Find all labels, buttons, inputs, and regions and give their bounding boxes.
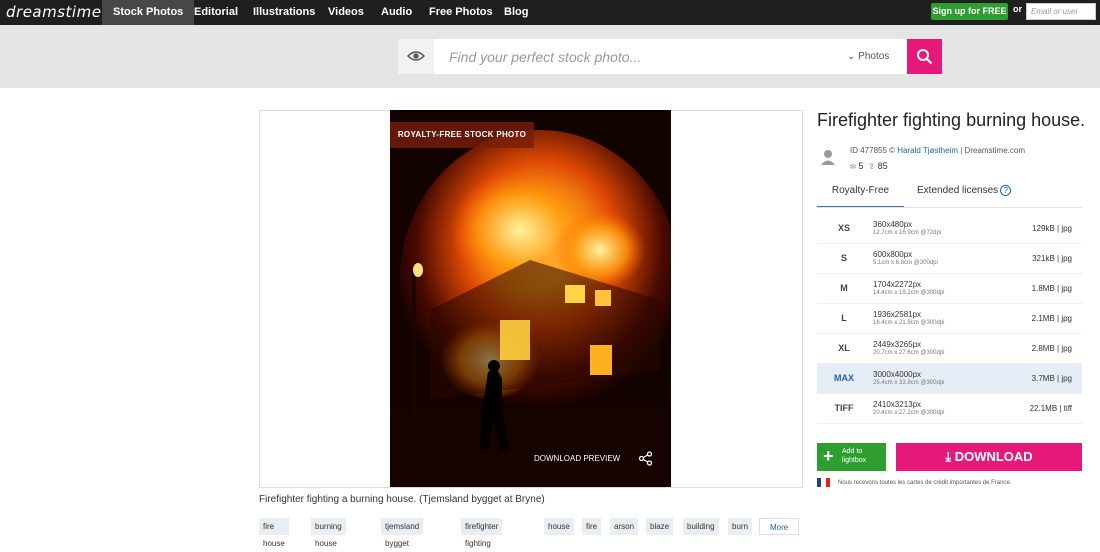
- size-row-max[interactable]: MAX 3000x4000px 25.4cm x 33.9cm @300dpi …: [817, 364, 1082, 394]
- search-input[interactable]: Find your perfect stock photo...: [449, 49, 641, 65]
- plus-icon: +: [823, 446, 834, 466]
- tag-item[interactable]: tjemsland bygget: [381, 518, 424, 548]
- tab-divider: [817, 207, 1082, 208]
- search-band: Find your perfect stock photo... ⌄ Photo…: [0, 25, 1100, 88]
- image-stats: ✉ 5 ⇪ 85: [850, 161, 888, 171]
- tag-item[interactable]: blaze: [646, 518, 674, 535]
- nav-editorial[interactable]: Editorial: [183, 0, 249, 25]
- search-box: Find your perfect stock photo... ⌄ Photo…: [398, 39, 907, 74]
- nav-audio[interactable]: Audio: [370, 0, 423, 25]
- size-row-m[interactable]: M 1704x2272px 14.4cm x 19.2cm @300dpi 1.…: [817, 274, 1082, 304]
- downloads-count: 85: [877, 161, 888, 171]
- download-icon: ⤓: [945, 449, 952, 464]
- tag-item[interactable]: burning house: [311, 518, 346, 548]
- help-icon[interactable]: ?: [1000, 184, 1012, 196]
- eye-icon: [407, 51, 425, 61]
- size-row-l[interactable]: L 1936x2581px 16.4cm x 21.9cm @300dpi 2.…: [817, 304, 1082, 334]
- tag-item[interactable]: arson: [610, 518, 639, 535]
- tag-item[interactable]: burn: [728, 518, 753, 535]
- visual-search-button[interactable]: [398, 39, 434, 74]
- or-text: or: [1013, 4, 1022, 14]
- downloads-icon: ⇪: [868, 162, 876, 171]
- nav-free-photos[interactable]: Free Photos: [418, 0, 504, 25]
- page-title: Firefighter fighting burning house.: [817, 110, 1086, 130]
- image-id-line: ID 477855 © Harald Tjøstheim | Dreamstim…: [850, 146, 1026, 155]
- search-icon: [917, 49, 933, 65]
- tag-item[interactable]: fire: [582, 518, 602, 535]
- tag-item[interactable]: building: [683, 518, 719, 535]
- share-icon[interactable]: [638, 451, 653, 466]
- nav-blog[interactable]: Blog: [493, 0, 539, 25]
- image-caption: Firefighter fighting a burning house. (T…: [259, 494, 545, 505]
- add-to-lightbox-button[interactable]: + Add to lightbox: [817, 443, 886, 471]
- tag-item[interactable]: firefighter fighting: [461, 518, 503, 548]
- search-type-select[interactable]: ⌄ Photos: [847, 51, 889, 62]
- signup-button[interactable]: Sign up for FREE: [931, 3, 1008, 20]
- nav-illustrations[interactable]: Illustrations: [242, 0, 326, 25]
- size-row-s[interactable]: S 600x800px 5.1cm x 6.8cm @300dpi 321kB …: [817, 244, 1082, 274]
- size-row-tiff[interactable]: TIFF 2410x3213px 20.4cm x 27.2cm @300dpi…: [817, 394, 1082, 424]
- views-icon: ✉: [850, 164, 856, 171]
- more-tags-button[interactable]: More: [759, 518, 800, 535]
- dreamstime-logo[interactable]: dreamstime®: [6, 3, 109, 21]
- nav-videos[interactable]: Videos: [317, 0, 375, 25]
- author-link[interactable]: Harald Tjøstheim: [897, 146, 958, 155]
- views-count: 5: [858, 161, 864, 171]
- login-email-input[interactable]: Email or user: [1026, 3, 1096, 20]
- chevron-down-icon: ⌄: [847, 51, 856, 62]
- nav-stock-photos[interactable]: Stock Photos: [102, 0, 195, 25]
- download-button[interactable]: ⤓ DOWNLOAD: [896, 443, 1082, 471]
- fire-photo[interactable]: [390, 110, 671, 487]
- royalty-free-badge: ROYALTY-FREE STOCK PHOTO: [390, 122, 534, 148]
- top-navigation-bar: dreamstime® Stock Photos Editorial Illus…: [0, 0, 1100, 25]
- search-button[interactable]: [907, 39, 942, 74]
- credit-card-note: Nous recevons toutes les cartes de crédi…: [838, 480, 1012, 486]
- download-preview-link[interactable]: DOWNLOAD PREVIEW: [534, 454, 620, 463]
- author-avatar-icon[interactable]: [820, 148, 836, 166]
- size-row-xl[interactable]: XL 2449x3265px 20.7cm x 27.6cm @300dpi 2…: [817, 334, 1082, 364]
- tag-item[interactable]: fire house: [259, 518, 289, 548]
- size-row-xs[interactable]: XS 360x480px 12.7cm x 16.9cm @72dpi 129k…: [817, 214, 1082, 244]
- tab-extended-licenses[interactable]: Extended licenses?: [917, 181, 1012, 201]
- france-flag-icon: [817, 478, 830, 487]
- tab-royalty-free[interactable]: Royalty-Free: [817, 181, 904, 208]
- tag-item[interactable]: house: [544, 518, 574, 535]
- size-options-list: XS 360x480px 12.7cm x 16.9cm @72dpi 129k…: [817, 214, 1082, 424]
